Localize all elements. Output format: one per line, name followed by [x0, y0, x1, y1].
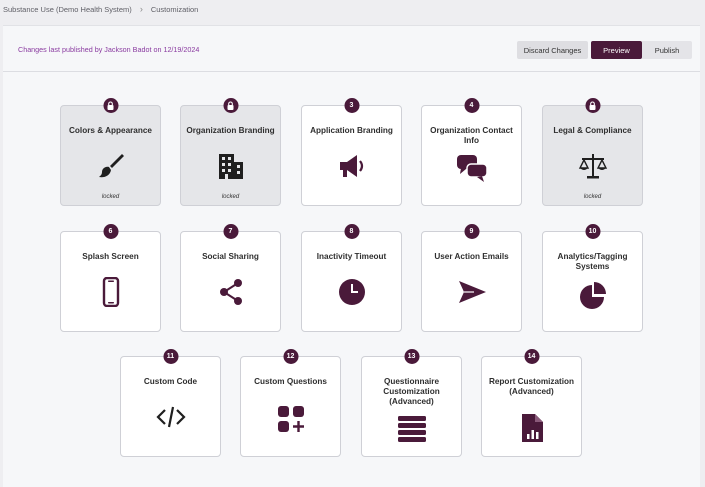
card-title: Inactivity Timeout	[316, 252, 387, 261]
locked-status: locked	[583, 194, 602, 200]
card-custom-questions[interactable]: 12 Custom Questions	[240, 349, 341, 457]
step-badge: 7	[223, 224, 238, 239]
preview-button[interactable]: Preview	[591, 41, 642, 59]
step-badge: 3	[344, 98, 359, 113]
card-social-sharing[interactable]: 7 Social Sharing	[180, 224, 281, 332]
step-badge: 13	[404, 349, 419, 364]
clock-icon	[335, 275, 369, 309]
panel-header: Changes last published by Jackson Badot …	[3, 26, 700, 72]
pie-chart-icon	[576, 278, 610, 312]
breadcrumb-root[interactable]: Substance Use (Demo Health System)	[3, 5, 132, 14]
card-title: Colors & Appearance	[69, 126, 152, 135]
step-badge: 9	[464, 224, 479, 239]
breadcrumb-current: Customization	[150, 4, 199, 14]
publish-button[interactable]: Publish	[642, 41, 692, 59]
chat-bubbles-icon	[455, 151, 489, 185]
step-badge: 4	[464, 98, 479, 113]
card-title: Organization Branding	[186, 126, 275, 135]
card-report-customization[interactable]: 14 Report Customization (Advanced)	[481, 349, 582, 457]
card-title: Custom Code	[143, 377, 198, 386]
locked-status: locked	[101, 194, 120, 200]
card-title: Application Branding	[310, 126, 393, 135]
lock-icon	[103, 98, 118, 113]
card-title: Legal & Compliance	[553, 126, 632, 135]
card-title: Custom Questions	[254, 377, 327, 386]
card-user-action-emails[interactable]: 9 User Action Emails	[421, 224, 522, 332]
breadcrumb: Substance Use (Demo Health System) › Cus…	[3, 3, 198, 15]
card-organization-contact-info[interactable]: 4 Organization Contact Info	[421, 98, 522, 206]
step-badge: 12	[283, 349, 298, 364]
list-icon	[395, 411, 429, 445]
card-title: Analytics/Tagging Systems	[557, 252, 628, 271]
card-organization-branding[interactable]: Organization Branding locked	[180, 98, 281, 206]
card-title: Splash Screen	[82, 252, 139, 261]
last-published-text: Changes last published by Jackson Badot …	[18, 45, 200, 54]
report-file-icon	[515, 411, 549, 445]
step-badge: 10	[585, 224, 600, 239]
card-legal-compliance[interactable]: Legal & Compliance locked	[542, 98, 643, 206]
card-title: Social Sharing	[202, 252, 259, 261]
card-custom-code[interactable]: 11 Custom Code	[120, 349, 221, 457]
step-badge: 11	[163, 349, 178, 364]
card-inactivity-timeout[interactable]: 8 Inactivity Timeout	[301, 224, 402, 332]
step-badge: 14	[524, 349, 539, 364]
grid-plus-icon	[274, 402, 308, 436]
chevron-right-icon: ›	[139, 4, 143, 14]
lock-icon	[585, 98, 600, 113]
building-icon	[214, 149, 248, 183]
step-badge: 8	[344, 224, 359, 239]
card-splash-screen[interactable]: 6 Splash Screen	[60, 224, 161, 332]
customization-panel: Changes last published by Jackson Badot …	[3, 25, 700, 487]
card-colors-appearance[interactable]: Colors & Appearance locked	[60, 98, 161, 206]
send-icon	[455, 275, 489, 309]
megaphone-icon	[335, 149, 369, 183]
scales-icon	[576, 149, 610, 183]
card-questionnaire-customization[interactable]: 13 Questionnaire Customization (Advanced…	[361, 349, 462, 457]
share-icon	[214, 275, 248, 309]
paintbrush-icon	[94, 149, 128, 183]
card-application-branding[interactable]: 3 Application Branding	[301, 98, 402, 206]
code-icon	[154, 400, 188, 434]
discard-changes-button[interactable]: Discard Changes	[517, 41, 588, 59]
step-badge: 6	[103, 224, 118, 239]
lock-icon	[223, 98, 238, 113]
card-analytics-tagging-systems[interactable]: 10 Analytics/Tagging Systems	[542, 224, 643, 332]
locked-status: locked	[221, 194, 240, 200]
card-title: Questionnaire Customization (Advanced)	[383, 377, 440, 406]
mobile-phone-icon	[94, 275, 128, 309]
action-buttons: Discard Changes Preview Publish	[517, 41, 692, 59]
card-title: Report Customization (Advanced)	[488, 377, 575, 396]
card-title: User Action Emails	[434, 252, 509, 261]
card-title: Organization Contact Info	[430, 126, 513, 145]
